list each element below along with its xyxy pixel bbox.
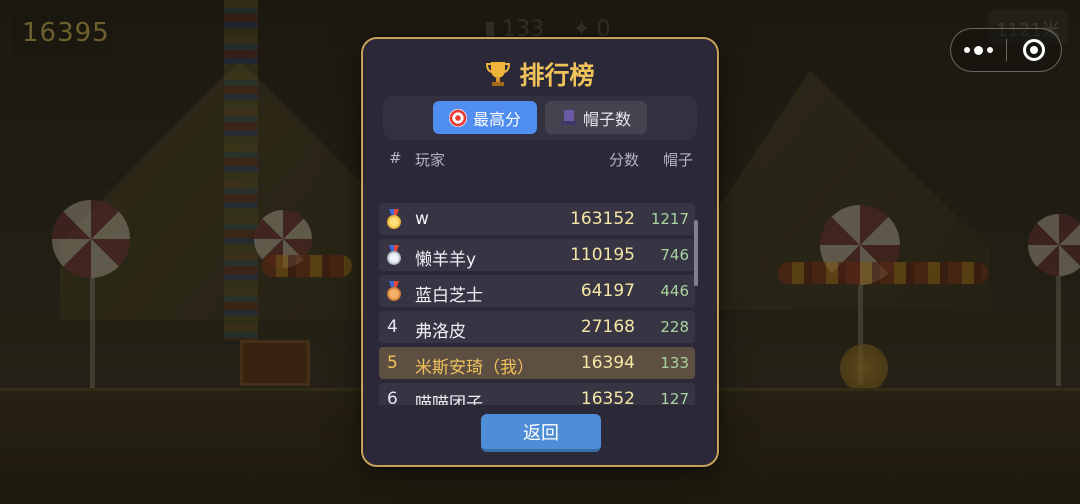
player-hats: 746 xyxy=(660,246,689,264)
tab-high-score-label: 最高分 xyxy=(472,109,521,129)
player-score: 163152 xyxy=(570,209,635,229)
player-score: 110195 xyxy=(570,245,635,265)
silver-medal-icon xyxy=(385,245,403,265)
hat-icon xyxy=(561,109,577,126)
table-row: w 163152 1217 xyxy=(379,203,695,235)
leaderboard-title: 排行榜 xyxy=(363,57,717,91)
player-hats: 133 xyxy=(660,354,689,372)
player-hats: 1217 xyxy=(650,210,689,228)
target-close-icon xyxy=(1022,39,1045,61)
player-hats: 446 xyxy=(660,282,689,300)
player-score: 16352 xyxy=(580,389,635,405)
miniprogram-capsule xyxy=(950,28,1062,72)
close-miniprogram-button[interactable] xyxy=(1006,29,1061,71)
column-player: 玩家 xyxy=(415,151,446,169)
table-row: 4 弗洛皮 27168 228 xyxy=(379,311,695,343)
table-row-current-player: 5 米斯安琦（我） 16394 133 xyxy=(379,347,695,379)
leaderboard-title-text: 排行榜 xyxy=(519,61,595,90)
back-button[interactable]: 返回 xyxy=(481,414,601,452)
table-header: # 玩家 分数 帽子 xyxy=(383,147,697,169)
tab-high-score[interactable]: 最高分 xyxy=(432,101,537,134)
table-row: 6 喵喵团子 16352 127 xyxy=(379,383,695,405)
column-rank: # xyxy=(389,149,402,167)
column-score: 分数 xyxy=(609,151,640,169)
dot-icon xyxy=(973,45,983,55)
list-scrollbar[interactable] xyxy=(694,220,698,286)
leaderboard-list[interactable]: w 163152 1217 懒羊羊y 110195 746 蓝白芝士 64197… xyxy=(379,203,695,405)
dot-icon xyxy=(986,47,993,53)
player-hats: 127 xyxy=(660,390,689,405)
player-hats: 228 xyxy=(660,318,689,336)
player-name: 米斯安琦（我） xyxy=(415,358,534,378)
player-name: 喵喵团子 xyxy=(415,394,483,405)
gold-medal-icon xyxy=(385,209,403,229)
player-rank: 5 xyxy=(387,353,398,373)
target-icon xyxy=(448,108,467,127)
trophy-icon xyxy=(485,60,511,88)
leaderboard-modal: 排行榜 最高分 帽子数 # 玩家 分数 帽子 w 163152 1217 懒羊羊… xyxy=(361,37,719,467)
player-name: w xyxy=(415,209,429,229)
player-score: 64197 xyxy=(580,281,635,301)
player-name: 蓝白芝士 xyxy=(415,286,483,306)
player-rank: 4 xyxy=(387,317,398,337)
player-name: 弗洛皮 xyxy=(415,322,466,342)
tab-hat-count[interactable]: 帽子数 xyxy=(545,101,648,134)
more-menu-button[interactable] xyxy=(951,29,1006,71)
player-rank: 6 xyxy=(387,389,398,405)
column-hats: 帽子 xyxy=(663,151,694,169)
player-score: 27168 xyxy=(580,317,635,337)
dot-icon xyxy=(963,47,970,53)
player-score: 16394 xyxy=(580,353,635,373)
tab-hat-count-label: 帽子数 xyxy=(583,109,632,129)
bronze-medal-icon xyxy=(385,281,403,301)
table-row: 懒羊羊y 110195 746 xyxy=(379,239,695,271)
leaderboard-tabs: 最高分 帽子数 xyxy=(383,96,697,140)
player-name: 懒羊羊y xyxy=(415,250,477,270)
table-row: 蓝白芝士 64197 446 xyxy=(379,275,695,307)
